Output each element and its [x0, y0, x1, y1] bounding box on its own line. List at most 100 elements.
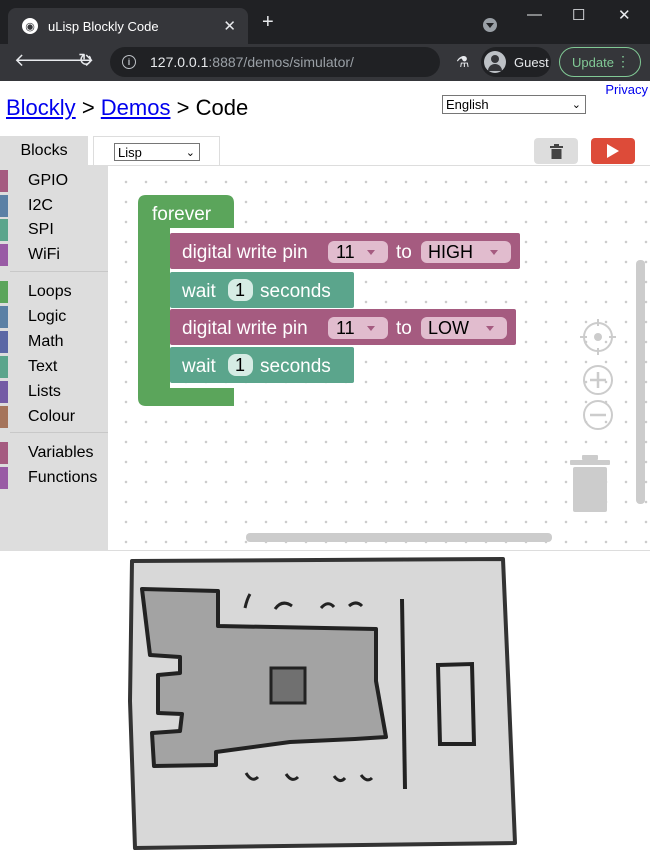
category-swatch: [0, 406, 8, 428]
category-label: Text: [28, 358, 58, 375]
category-swatch: [0, 281, 8, 303]
level-value: LOW: [428, 318, 469, 338]
maximize-icon[interactable]: ☐: [572, 6, 585, 24]
address-bar[interactable]: i 127.0.0.1:8887/demos/simulator/: [110, 47, 440, 77]
breadcrumb-current: Code: [195, 95, 249, 120]
reload-icon[interactable]: ↻: [78, 50, 93, 71]
category-swatch: [0, 467, 8, 489]
chevron-down-icon: ⌄: [185, 147, 195, 159]
category-swatch: [0, 170, 8, 192]
toolbox-category-logic[interactable]: Logic: [0, 305, 108, 329]
wait-label: wait: [181, 356, 217, 377]
new-tab-button[interactable]: +: [262, 12, 274, 32]
site-info-icon[interactable]: i: [122, 55, 136, 69]
seconds-label: seconds: [260, 281, 331, 302]
category-label: SPI: [28, 221, 54, 238]
profile-button[interactable]: Guest: [481, 47, 551, 77]
category-label: Logic: [28, 308, 67, 325]
chevron-down-icon: ⌄: [571, 99, 581, 111]
toolbox-category-lists[interactable]: Lists: [0, 380, 108, 404]
wait-label: wait: [181, 281, 217, 302]
toolbox-category-spi[interactable]: SPI: [0, 218, 108, 242]
simulator-panel: [0, 550, 650, 855]
blocks-svg: forever digital write pin 11 to HIGH wai…: [138, 195, 645, 542]
browser-titlebar: ◉ uLisp Blockly Code ✕ + — ☐ ✕: [0, 0, 650, 44]
toolbox-category-functions[interactable]: Functions: [0, 466, 108, 490]
window-close-icon[interactable]: ✕: [618, 6, 631, 24]
code-language-select[interactable]: Lisp ⌄: [114, 143, 200, 161]
category-label: Loops: [28, 283, 72, 300]
horizontal-scrollbar[interactable]: [246, 533, 552, 542]
blocks-canvas[interactable]: forever digital write pin 11 to HIGH wai…: [108, 166, 650, 550]
recenter-icon[interactable]: [580, 319, 616, 355]
chip-center: [269, 666, 307, 705]
toolbox-category-variables[interactable]: Variables: [0, 441, 108, 465]
board-illustration: [128, 557, 517, 850]
toolbox-separator: [10, 271, 108, 272]
breadcrumb-separator: >: [81, 95, 95, 120]
pin-value: 11: [336, 242, 355, 262]
category-label: Math: [28, 333, 64, 350]
tab-close-icon[interactable]: ✕: [223, 17, 236, 35]
privacy-link[interactable]: Privacy: [605, 82, 648, 97]
tab-row: Blocks Lisp ⌄: [0, 136, 650, 166]
code-language-value: Lisp: [118, 144, 142, 160]
language-value: English: [446, 97, 489, 112]
breadcrumb-demos-link[interactable]: Demos: [101, 95, 171, 120]
kebab-menu-icon[interactable]: ⋮: [616, 54, 630, 68]
blockly-workspace: GPIO I2C SPI WiFi Loops Logic Math Text …: [0, 166, 650, 550]
tab-blocks-label: Blocks: [20, 142, 68, 159]
digital-write-label: digital write pin: [182, 242, 308, 263]
category-label: I2C: [28, 197, 53, 214]
tab-title: uLisp Blockly Code: [48, 18, 159, 34]
url-host: 127.0.0.1: [150, 54, 209, 70]
trash-icon: [549, 143, 563, 159]
category-label: Variables: [28, 444, 94, 461]
category-label: Lists: [28, 383, 61, 400]
category-label: GPIO: [28, 172, 69, 189]
zoom-in-icon[interactable]: [583, 365, 613, 395]
tab-blocks[interactable]: Blocks: [0, 136, 88, 166]
category-label: Colour: [28, 408, 76, 425]
breadcrumb: Blockly > Demos > Code: [6, 95, 248, 121]
toolbox-separator: [10, 432, 108, 433]
toolbox-category-colour[interactable]: Colour: [0, 405, 108, 429]
seconds-label: seconds: [260, 356, 331, 377]
minimize-icon[interactable]: —: [527, 6, 542, 23]
wait-number: 1: [235, 355, 245, 375]
globe-icon: ◉: [22, 18, 38, 34]
wait-number: 1: [235, 280, 245, 300]
category-label: WiFi: [28, 246, 60, 263]
category-label: Functions: [28, 469, 98, 486]
vertical-scrollbar[interactable]: [636, 260, 645, 504]
breadcrumb-separator: >: [176, 95, 190, 120]
level-value: HIGH: [428, 242, 473, 262]
category-swatch: [0, 331, 8, 353]
toolbox-category-math[interactable]: Math: [0, 330, 108, 354]
update-button[interactable]: Update ⋮: [559, 47, 641, 77]
url-path: :8887/demos/simulator/: [208, 54, 354, 70]
tab-code-language: Lisp ⌄: [93, 136, 220, 166]
trash-button[interactable]: [534, 138, 578, 164]
toolbox-category-text[interactable]: Text: [0, 355, 108, 379]
to-label: to: [396, 318, 412, 339]
trashcan-icon[interactable]: [570, 455, 610, 512]
category-swatch: [0, 442, 8, 464]
toolbox-category-gpio[interactable]: GPIO: [0, 169, 108, 193]
language-select[interactable]: English ⌄: [442, 95, 586, 114]
category-swatch: [0, 306, 8, 328]
labs-flask-icon[interactable]: ⚗: [456, 53, 469, 71]
zoom-out-icon[interactable]: [583, 400, 613, 430]
toolbox: GPIO I2C SPI WiFi Loops Logic Math Text …: [0, 166, 108, 550]
connector-outline: [435, 661, 477, 746]
toolbox-category-loops[interactable]: Loops: [0, 280, 108, 304]
tab-search-icon[interactable]: [483, 18, 497, 32]
browser-toolbar: 🡐 🡒 ↻ i 127.0.0.1:8887/demos/simulator/ …: [0, 44, 650, 81]
toolbox-category-i2c[interactable]: I2C: [0, 194, 108, 218]
browser-tab[interactable]: ◉ uLisp Blockly Code ✕: [8, 8, 248, 44]
breadcrumb-blockly-link[interactable]: Blockly: [6, 95, 76, 120]
category-swatch: [0, 356, 8, 378]
page-content: Blockly > Demos > Code Privacy English ⌄…: [0, 81, 650, 855]
toolbox-category-wifi[interactable]: WiFi: [0, 243, 108, 267]
run-button[interactable]: [591, 138, 635, 164]
